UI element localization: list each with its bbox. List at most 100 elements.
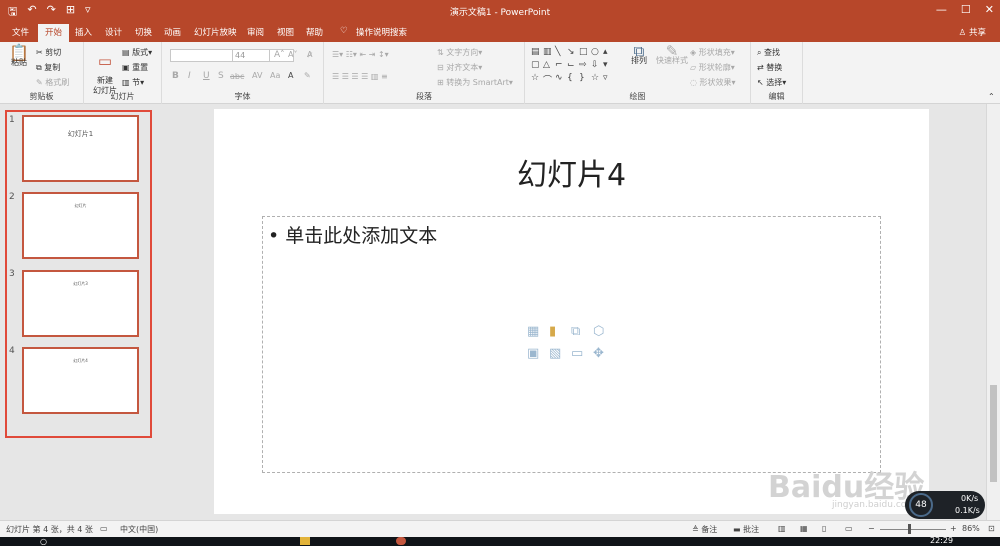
textbox-shape-icon[interactable]: ▤ [531,47,543,60]
zoom-slider-handle[interactable] [908,524,911,534]
spellcheck-icon[interactable]: ▭ [100,524,108,533]
tab-view[interactable]: 视图 [277,26,294,38]
close-icon[interactable]: ✕ [985,3,994,16]
underline-button[interactable]: U [203,71,210,81]
section-button[interactable]: ▥ 节▾ [122,77,144,88]
language-indicator[interactable]: 中文(中国) [120,524,158,535]
more-shapes-icon[interactable]: ▴ [603,47,615,60]
bullets-icon[interactable]: ☰▾ ☷▾ ⇤ ⇥ ↕▾ [332,50,389,59]
font-color-icon[interactable]: A [288,71,293,80]
paste-button[interactable]: 📋 粘贴 [6,45,32,68]
powerpoint-icon[interactable] [396,537,406,545]
textbox-vertical-shape-icon[interactable]: ▥ [543,47,555,60]
replace-button[interactable]: ⇄ 替换 [757,62,782,73]
tab-slideshow[interactable]: 幻灯片放映 [194,26,237,38]
shadow-button[interactable]: S [218,71,224,81]
elbow-shape-icon[interactable]: ⌐ [555,60,567,73]
bracket-right-shape-icon[interactable]: } [579,73,591,86]
align-icons[interactable]: ☰ ☰ ☰ ☰ ▥ ≡ [332,72,388,81]
down-arrow-shape-icon[interactable]: ⇩ [591,60,603,73]
collapse-ribbon-icon[interactable]: ⌃ [988,92,995,101]
gallery-expand-icon[interactable]: ▿ [603,73,615,86]
italic-button[interactable]: I [188,71,191,81]
select-button[interactable]: ↖ 选择▾ [757,77,786,88]
star2-shape-icon[interactable]: ☆ [591,73,603,86]
rectangle-shape-icon[interactable]: □ [579,47,591,60]
explorer-icon[interactable] [300,537,310,545]
tab-file[interactable]: 文件 [12,26,29,38]
notes-button[interactable]: ≜ 备注 [692,524,717,535]
fit-to-window-icon[interactable]: ⊡ [988,524,995,533]
new-slide-button[interactable]: ▭ 新建 幻灯片 [88,46,122,96]
cut-button[interactable]: ✂ 剪切 [36,47,61,58]
tab-home[interactable]: 开始 [38,24,70,42]
normal-view-icon[interactable]: ▥ [778,524,786,533]
text-direction-button[interactable]: ⇅ 文字方向▾ [437,47,482,58]
tab-insert[interactable]: 插入 [75,26,92,38]
slide-thumbnail-3[interactable]: 幻灯片3 [22,270,139,337]
body-placeholder-text[interactable]: • 单击此处添加文本 [268,221,437,248]
zoom-level[interactable]: 86% [962,524,980,533]
insert-chart-icon[interactable]: ▮ [549,324,571,346]
right-arrow-shape-icon[interactable]: ⇨ [579,60,591,73]
strikethrough-button[interactable]: abc [230,72,244,81]
slide-thumbnail-1[interactable]: 幻灯片1 [22,115,139,182]
find-button[interactable]: ⌕ 查找 [757,47,780,58]
curve-shape-icon[interactable]: ⌒ [543,73,555,86]
reset-button[interactable]: ▣ 重置 [122,62,148,73]
shrink-font-icon[interactable]: A˅ [288,50,297,59]
shape-fill-button[interactable]: ◈ 形状填充▾ [690,47,735,58]
font-size-field[interactable]: 44 [232,49,270,62]
layout-button[interactable]: ▤ 版式▾ [122,47,152,58]
star-shape-icon[interactable]: ☆ [531,73,543,86]
tab-transitions[interactable]: 切换 [135,26,152,38]
tab-animations[interactable]: 动画 [164,26,181,38]
slide-thumbnail-2[interactable]: 幻灯片 [22,192,139,259]
connector-shape-icon[interactable]: ⌙ [567,60,579,73]
maximize-icon[interactable]: ☐ [961,3,971,16]
triangle-shape-icon[interactable]: △ [543,60,555,73]
shapes-gallery[interactable]: ▤ ▥ ╲ ↘ □ ○ ▴ ▢ △ ⌐ ⌙ ⇨ ⇩ ▾ ☆ ⌒ ∿ { } ☆ … [531,47,616,87]
slideshow-view-icon[interactable]: ▭ [845,524,853,533]
smartart-button[interactable]: ⊞ 转换为 SmartArt▾ [437,77,513,88]
oval-shape-icon[interactable]: ○ [591,47,603,60]
insert-smartart-icon[interactable]: ⧉ [571,324,593,346]
insert-online-picture-icon[interactable]: ▧ [549,346,571,368]
insert-picture-icon[interactable]: ▣ [527,346,549,368]
copy-button[interactable]: ⧉ 复制 [36,62,60,73]
rounded-rect-shape-icon[interactable]: ▢ [531,60,543,73]
scribble-shape-icon[interactable]: ∿ [555,73,567,86]
char-spacing-icon[interactable]: AV [252,71,262,80]
gallery-down-icon[interactable]: ▾ [603,60,615,73]
line-shape-icon[interactable]: ╲ [555,47,567,60]
slide-sorter-icon[interactable]: ▦ [800,524,808,533]
align-text-button[interactable]: ⊟ 对齐文本▾ [437,62,482,73]
slide-thumbnail-4[interactable]: 幻灯片4 [22,347,139,414]
arrange-button[interactable]: ⧉ 排列 [625,44,653,66]
insert-video-icon[interactable]: ▭ [571,346,593,368]
tab-help[interactable]: 帮助 [306,26,323,38]
scrollbar-thumb[interactable] [990,385,997,482]
clear-format-icon[interactable]: A̷ [307,50,312,59]
shape-outline-button[interactable]: ▱ 形状轮廓▾ [690,62,735,73]
grow-font-icon[interactable]: A˄ [274,50,285,60]
minimize-icon[interactable]: — [936,3,947,16]
bracket-left-shape-icon[interactable]: { [567,73,579,86]
zoom-slider[interactable] [880,529,946,530]
highlight-icon[interactable]: ✎ [304,71,311,80]
zoom-out-icon[interactable]: − [868,524,875,533]
bold-button[interactable]: B [172,71,179,81]
tab-design[interactable]: 设计 [105,26,122,38]
tab-review[interactable]: 审阅 [247,26,264,38]
arrow-line-shape-icon[interactable]: ↘ [567,47,579,60]
share-button[interactable]: ♙ 共享 [959,26,986,38]
reading-view-icon[interactable]: ▯ [822,524,826,533]
format-painter-button[interactable]: ✎ 格式刷 [36,77,69,88]
insert-3d-model-icon[interactable]: ⬡ [593,324,615,346]
slide-title[interactable]: 幻灯片4 [214,150,929,194]
insert-table-icon[interactable]: ▦ [527,324,549,346]
change-case-icon[interactable]: Aa [270,71,280,80]
insert-icons-icon[interactable]: ✥ [593,346,615,368]
tell-me-search[interactable]: 操作说明搜索 [356,26,407,38]
shape-effects-button[interactable]: ◌ 形状效果▾ [690,77,736,88]
